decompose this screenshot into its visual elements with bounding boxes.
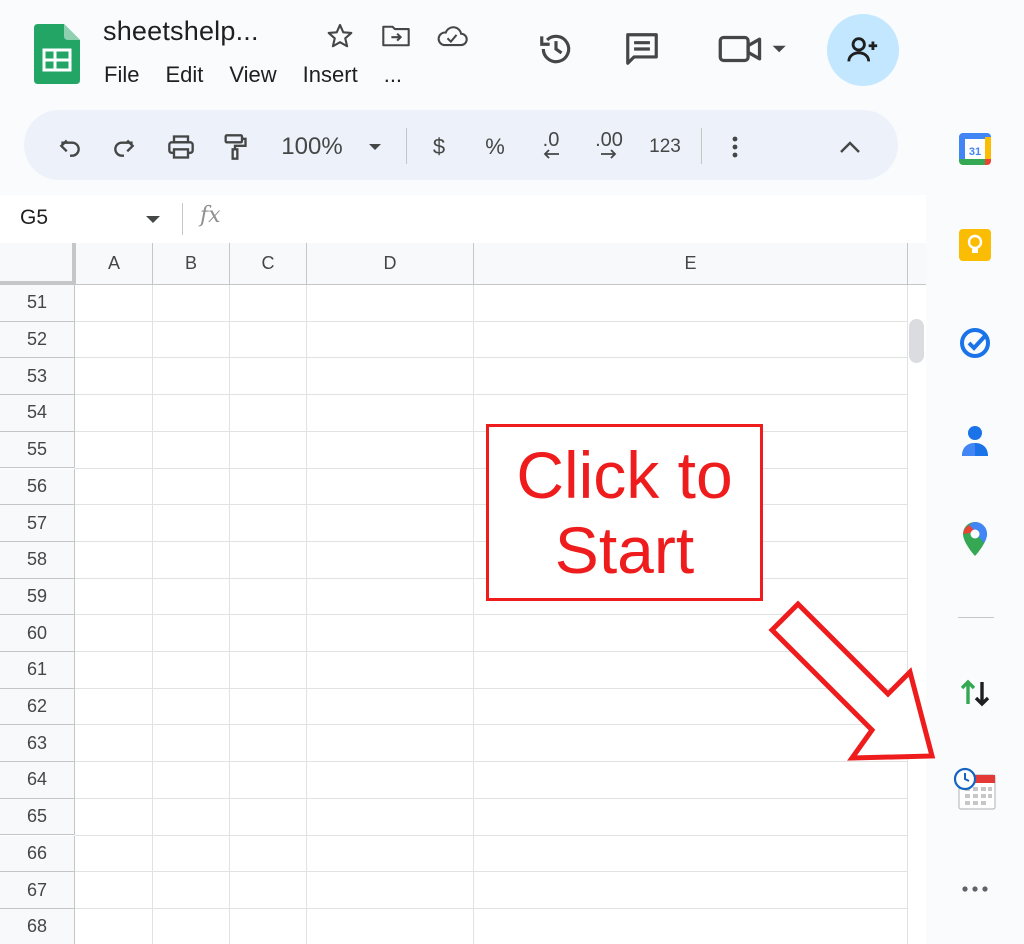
redo-icon[interactable] xyxy=(104,112,144,182)
print-icon[interactable] xyxy=(160,112,202,182)
menu-file[interactable]: File xyxy=(104,62,139,88)
row-header-55[interactable]: 55 xyxy=(0,431,75,469)
toolbar-separator xyxy=(406,128,407,164)
more-options-icon[interactable] xyxy=(720,112,750,182)
grid-line xyxy=(229,285,230,944)
meet-camera-icon[interactable] xyxy=(716,28,790,70)
row-header-65[interactable]: 65 xyxy=(0,798,75,836)
row-header-68[interactable]: 68 xyxy=(0,908,75,944)
zoom-dropdown-icon[interactable] xyxy=(360,112,390,182)
row-header-64[interactable]: 64 xyxy=(0,762,75,799)
google-tasks-icon[interactable] xyxy=(952,320,998,366)
row-header-53[interactable]: 53 xyxy=(0,358,75,396)
increase-decimal-label: .00 xyxy=(595,129,623,151)
row-header-60[interactable]: 60 xyxy=(0,615,75,652)
cloud-saved-icon[interactable] xyxy=(434,20,470,52)
more-horizontal-icon[interactable] xyxy=(952,866,998,912)
document-title[interactable]: sheetshelp... xyxy=(103,16,259,47)
column-header-b[interactable]: B xyxy=(153,243,230,285)
grid-line xyxy=(306,285,307,944)
google-calendar-icon[interactable]: 31 xyxy=(952,126,998,172)
toolbar xyxy=(24,110,898,180)
vertical-scrollbar-thumb[interactable] xyxy=(909,319,924,363)
grid-line xyxy=(75,357,907,359)
decrease-decimal-label: .0 xyxy=(542,129,560,151)
grid-line xyxy=(75,871,907,873)
select-all-corner[interactable] xyxy=(0,243,76,285)
svg-text:31: 31 xyxy=(969,146,981,158)
column-header-filler xyxy=(908,243,926,285)
row-header-57[interactable]: 57 xyxy=(0,505,75,542)
spreadsheet-grid[interactable]: A B C D E 51 52 53 54 55 56 57 58 59 60 61 62 63 64 65… xyxy=(0,243,926,944)
percent-format-button[interactable]: % xyxy=(478,112,512,182)
row-header-67[interactable]: 67 xyxy=(0,872,75,909)
row-header-52[interactable]: 52 xyxy=(0,321,75,359)
side-panel-divider xyxy=(958,617,994,618)
grid-line xyxy=(75,907,907,909)
google-contacts-icon[interactable] xyxy=(952,418,998,464)
row-header-66[interactable]: 66 xyxy=(0,835,75,873)
column-header-d[interactable]: D xyxy=(307,243,474,285)
clock-calendar-icon[interactable] xyxy=(952,766,998,812)
increase-decimal-button[interactable]: .00 xyxy=(586,110,632,180)
formula-input[interactable] xyxy=(240,200,900,238)
star-icon[interactable] xyxy=(324,20,356,52)
comments-icon[interactable] xyxy=(620,28,664,70)
grid-line xyxy=(75,834,907,836)
row-header-54[interactable]: 54 xyxy=(0,395,75,432)
grid-line xyxy=(75,320,907,322)
row-header-56[interactable]: 56 xyxy=(0,468,75,506)
row-header-62[interactable]: 62 xyxy=(0,688,75,726)
column-header-c[interactable]: C xyxy=(230,243,307,285)
paint-format-icon[interactable] xyxy=(214,112,256,182)
callout-arrow-icon xyxy=(768,600,936,761)
menu-insert[interactable]: Insert xyxy=(303,62,358,88)
name-box-dropdown-icon[interactable] xyxy=(145,212,161,230)
row-header-59[interactable]: 59 xyxy=(0,578,75,616)
grid-line xyxy=(75,394,907,396)
row-header-58[interactable]: 58 xyxy=(0,541,75,579)
row-header-63[interactable]: 63 xyxy=(0,725,75,763)
column-header-e[interactable]: E xyxy=(474,243,908,285)
grid-line xyxy=(75,797,907,799)
number-format-button[interactable]: 123 xyxy=(644,112,686,182)
google-keep-icon[interactable] xyxy=(952,222,998,268)
formula-separator xyxy=(182,203,183,235)
zoom-select[interactable]: 100% xyxy=(272,112,352,182)
menu-more[interactable]: ... xyxy=(384,62,402,88)
share-add-person-icon[interactable] xyxy=(827,14,899,86)
move-folder-icon[interactable] xyxy=(380,20,412,52)
grid-line xyxy=(473,285,474,944)
fx-label: fx xyxy=(200,203,221,228)
column-header-a[interactable]: A xyxy=(76,243,153,285)
name-box[interactable]: G5 xyxy=(20,206,48,230)
callout-line-2: Start xyxy=(554,512,695,587)
menu-bar: File Edit View Insert ... xyxy=(104,62,402,88)
click-to-start-callout: Click to Start xyxy=(486,424,763,601)
undo-icon[interactable] xyxy=(50,112,90,182)
row-header-61[interactable]: 61 xyxy=(0,652,75,689)
version-history-icon[interactable] xyxy=(535,28,577,70)
currency-format-button[interactable]: $ xyxy=(422,112,456,182)
row-header-51[interactable]: 51 xyxy=(0,285,75,322)
chevron-up-icon[interactable] xyxy=(832,112,868,182)
grid-line xyxy=(152,285,153,944)
google-maps-icon[interactable] xyxy=(952,516,998,562)
menu-view[interactable]: View xyxy=(229,62,276,88)
sort-arrows-icon[interactable] xyxy=(952,670,998,716)
sheets-logo-icon[interactable] xyxy=(34,24,80,84)
callout-line-1: Click to xyxy=(516,437,733,512)
toolbar-separator xyxy=(701,128,702,164)
menu-edit[interactable]: Edit xyxy=(165,62,203,88)
decrease-decimal-button[interactable]: .0 xyxy=(528,110,574,180)
